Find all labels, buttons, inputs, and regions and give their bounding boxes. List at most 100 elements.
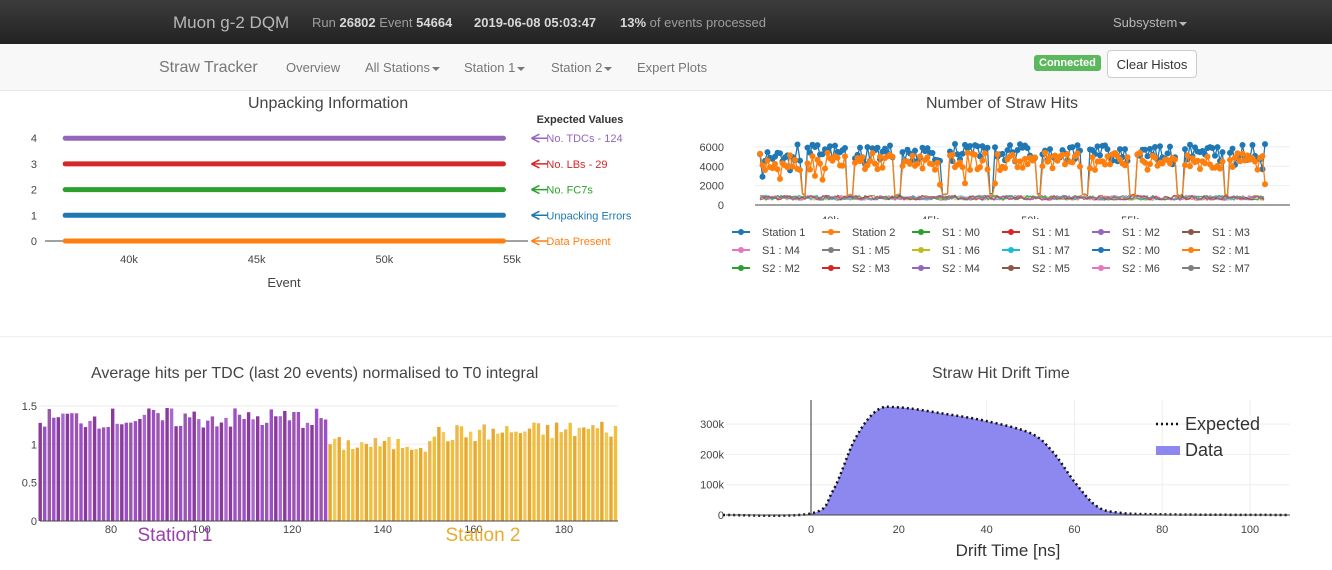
station-1-point (1229, 145, 1236, 152)
station-2-point (1259, 153, 1266, 160)
station-1-bar (65, 413, 70, 521)
y-tick-label: 6000 (700, 142, 724, 154)
station-2-point (1137, 149, 1143, 156)
station-2-point (1122, 162, 1128, 169)
station-1-point (777, 150, 783, 157)
avg-hits-chart[interactable]: 00.511.580 100 120 140 160 180Station 1 Statio… (0, 390, 666, 570)
station-1-point (764, 149, 771, 156)
station-2-bar (405, 446, 409, 521)
straw-hits-chart[interactable]: 020004000600040k45k50k55kStation 1Statio… (666, 108, 1332, 288)
station-2-bar (351, 449, 355, 521)
station-2-point (874, 166, 881, 173)
legend-marker (1098, 265, 1104, 271)
station-1-bar (260, 425, 264, 521)
station-2-point (774, 166, 781, 173)
station-2-point (1254, 166, 1261, 173)
nav-expert-plots[interactable]: Expert Plots (637, 60, 707, 75)
station-2-bar (342, 449, 346, 521)
nav-station-1-label: Station 1 (464, 60, 516, 75)
arrow-left-icon (531, 210, 548, 220)
subsystem-dropdown[interactable]: Subsystem (1113, 15, 1188, 30)
station-1-bar (256, 416, 260, 521)
x-axis-title: Event (267, 275, 301, 290)
station-1-label: Station 1 (138, 525, 213, 546)
station-2-point (972, 151, 978, 158)
station-1-bar (228, 426, 233, 521)
station-2-point (869, 150, 876, 157)
station-2-bar (473, 441, 477, 521)
station-1-bar (43, 426, 47, 521)
station-1-bar (111, 408, 115, 521)
station-2-bar (586, 428, 591, 521)
station-2-point (1074, 150, 1081, 157)
station-1-bar (52, 417, 56, 521)
legend-marker (738, 229, 744, 235)
legend-label: S2 : M3 (852, 263, 890, 275)
station-2-bar (355, 447, 359, 521)
y-tick-label: 0 (718, 200, 724, 212)
subnav-brand[interactable]: Straw Tracker (159, 59, 258, 77)
station-2-bar (464, 437, 468, 521)
y-tick-label: 4000 (700, 161, 724, 173)
caret-down-icon (432, 66, 441, 71)
station-1-point (1209, 145, 1216, 151)
app-title[interactable]: Muon g-2 DQM (173, 13, 289, 33)
station-2-point (1252, 158, 1258, 165)
station-2-bar (437, 426, 441, 521)
connection-status-badge: Connected (1034, 55, 1101, 71)
station-1-bar (237, 414, 242, 521)
station-1-point (1212, 152, 1218, 159)
nav-station-2[interactable]: Station 2 (551, 60, 613, 75)
timestamp: 2019-06-08 05:03:47 (474, 15, 597, 30)
station-2-point (1172, 156, 1178, 163)
nav-overview[interactable]: Overview (286, 60, 340, 75)
station-2-bar (491, 428, 495, 521)
legend-expected-label: Expected (1185, 414, 1260, 434)
station-2-bar (432, 436, 436, 521)
station-1-bar (124, 422, 128, 521)
station-1-point (1157, 143, 1163, 150)
legend-label: Station 1 (762, 227, 805, 239)
x-tick-label: 50k (375, 254, 393, 266)
station-1-point (1007, 142, 1013, 149)
station-2-bar (559, 432, 563, 521)
y-tick-label: 0 (718, 510, 724, 522)
station-2-point (1197, 166, 1203, 172)
x-tick-label: 140 (374, 524, 392, 536)
station-2-point (757, 150, 763, 157)
station-1-bar (79, 423, 83, 521)
station-1-bar (296, 412, 301, 521)
station-1-point (1182, 146, 1188, 153)
station-2-point (979, 157, 986, 164)
station-2-bar (527, 428, 532, 521)
station-2-point (1002, 165, 1008, 171)
station-1-point (759, 173, 766, 180)
clear-histos-button[interactable]: Clear Histos (1107, 50, 1197, 78)
nav-station-1[interactable]: Station 1 (464, 60, 526, 75)
nav-all-stations[interactable]: All Stations (365, 60, 441, 75)
station-2-point (932, 166, 938, 173)
station-1-bar (120, 424, 124, 521)
legend-marker (1188, 229, 1194, 235)
x-tick-label: 80 (1156, 524, 1168, 536)
drift-time-chart[interactable]: 0 100k 200k 300k 0 20 40 60 80 100 Drift Time [ns]… (666, 390, 1332, 570)
station-1-bar (38, 422, 42, 521)
station-1-bar (106, 427, 110, 521)
station-2-bar (396, 439, 400, 521)
station-1-point (1142, 146, 1148, 153)
station-1-point (1097, 152, 1103, 159)
station-2-point (1182, 162, 1188, 169)
station-1-point (832, 142, 838, 149)
station-1-bar (215, 426, 219, 521)
station-2-point (797, 167, 803, 173)
station-2-bar (391, 449, 396, 521)
legend-label: No. LBs - 29 (546, 159, 607, 171)
x-tick-label: 40k (120, 254, 138, 266)
station-2-point (1022, 155, 1028, 162)
station-2-point (1167, 160, 1173, 167)
station-2-bar (582, 427, 586, 521)
station-2-point (992, 180, 998, 187)
unpacking-chart[interactable]: 0 1 2 3 4 40k 45k 50k 55k Event Expected Values No.… (0, 108, 666, 298)
station-2-point (1204, 153, 1211, 160)
station-2-bar (378, 446, 382, 521)
